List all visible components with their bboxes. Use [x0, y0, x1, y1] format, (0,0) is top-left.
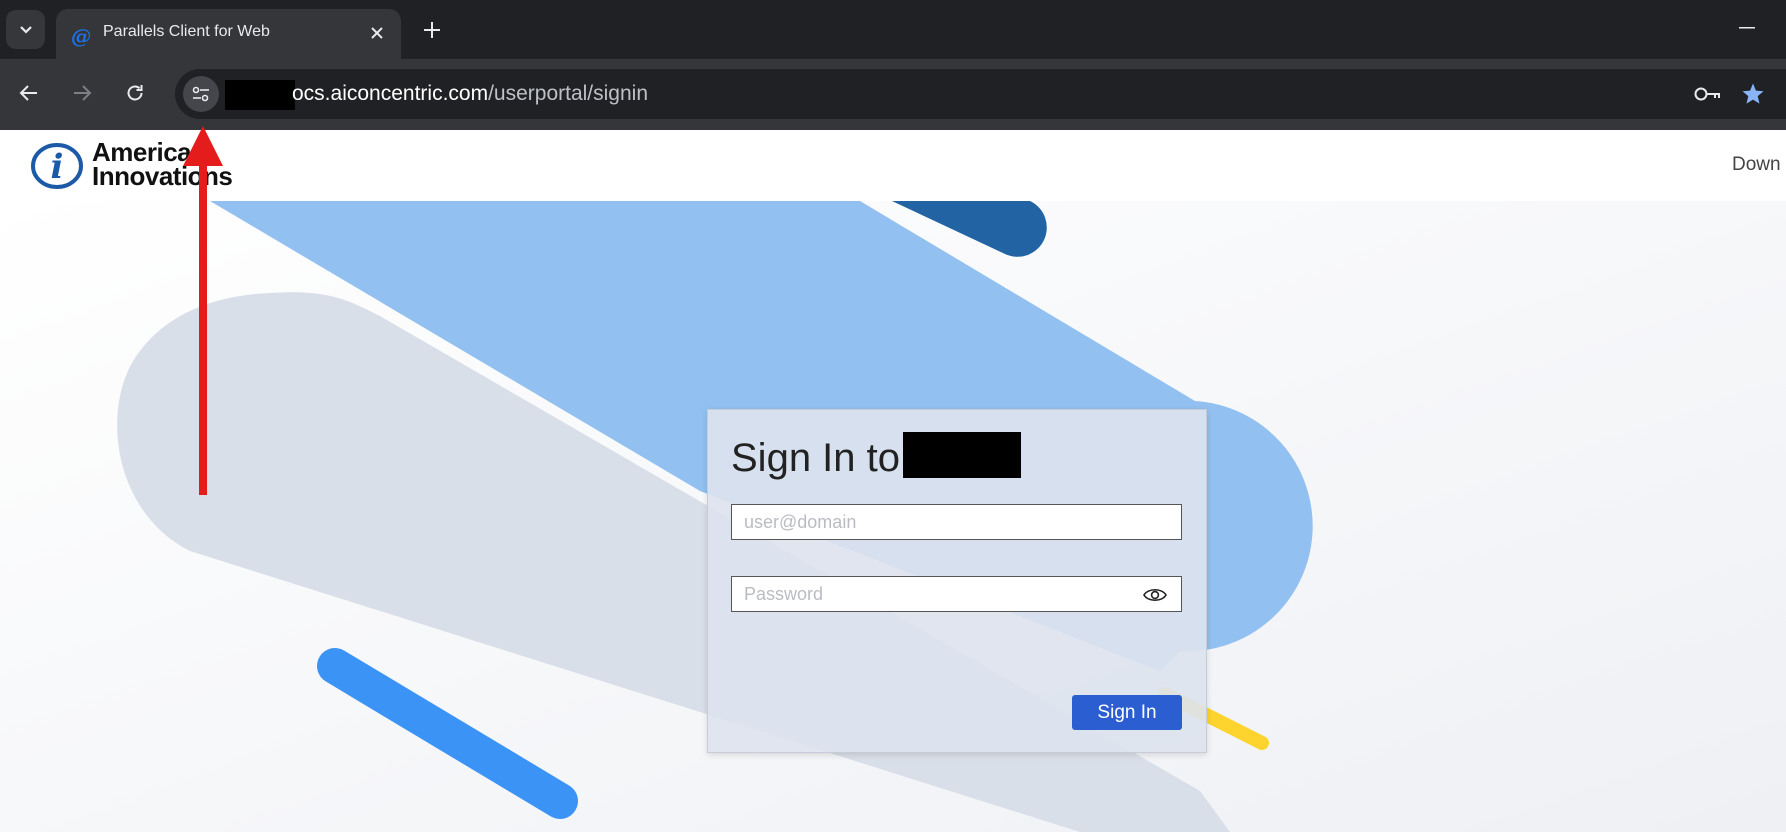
- title-redaction: [903, 432, 1021, 478]
- download-nav-link[interactable]: Down: [1732, 154, 1781, 176]
- password-key-button[interactable]: [1693, 81, 1723, 107]
- arrow-left-icon: [19, 85, 37, 101]
- arrow-right-icon: [74, 85, 92, 101]
- address-bar[interactable]: ocs.aiconcentric.com/userportal/signin: [175, 69, 1786, 119]
- star-icon: [1742, 83, 1764, 104]
- url-host: ocs.aiconcentric.com: [292, 82, 489, 105]
- parallels-favicon-icon: @: [71, 24, 91, 48]
- logo-line2: Innovations: [92, 161, 233, 191]
- web-page: i American Innovations Down Sign In to u…: [0, 130, 1786, 832]
- logo-text: American Innovations: [92, 139, 233, 191]
- key-icon: [1694, 87, 1720, 101]
- chevron-down-icon: [19, 25, 32, 34]
- close-icon: [371, 27, 383, 39]
- browser-tabstrip: @ Parallels Client for Web: [0, 0, 1786, 59]
- username-input[interactable]: [732, 505, 1181, 539]
- bookmark-button[interactable]: [1740, 81, 1766, 107]
- tab-search-button[interactable]: [6, 10, 45, 49]
- tab-title: Parallels Client for Web: [103, 23, 270, 40]
- minimize-icon: [1739, 27, 1755, 29]
- signin-button[interactable]: Sign In: [1072, 695, 1182, 730]
- back-button[interactable]: [11, 75, 47, 111]
- forward-button[interactable]: [64, 75, 100, 111]
- password-field-wrapper: [731, 576, 1182, 612]
- password-input[interactable]: [732, 577, 1181, 611]
- window-minimize-button[interactable]: [1735, 16, 1759, 40]
- site-header: i American Innovations Down: [0, 130, 1786, 201]
- new-tab-button[interactable]: [418, 16, 446, 44]
- plus-icon: [424, 22, 440, 38]
- site-info-button[interactable]: [183, 76, 219, 112]
- show-password-eye-icon[interactable]: [1143, 585, 1167, 605]
- signin-title: Sign In to: [731, 436, 901, 480]
- tune-icon: [192, 86, 209, 102]
- browser-tab-active[interactable]: @ Parallels Client for Web: [56, 9, 401, 59]
- url-redaction: [225, 80, 295, 110]
- tab-close-button[interactable]: [365, 21, 389, 45]
- svg-text:i: i: [51, 147, 64, 187]
- american-innovations-logo-icon: i: [31, 143, 83, 189]
- username-field-wrapper: [731, 504, 1182, 540]
- reload-icon: [127, 85, 143, 101]
- reload-button[interactable]: [117, 75, 153, 111]
- signin-card: Sign In to Sign In: [707, 409, 1207, 753]
- url-path: /userportal/signin: [488, 82, 648, 105]
- url-text[interactable]: ocs.aiconcentric.com/userportal/signin: [292, 81, 648, 107]
- browser-toolbar: ocs.aiconcentric.com/userportal/signin: [0, 59, 1786, 130]
